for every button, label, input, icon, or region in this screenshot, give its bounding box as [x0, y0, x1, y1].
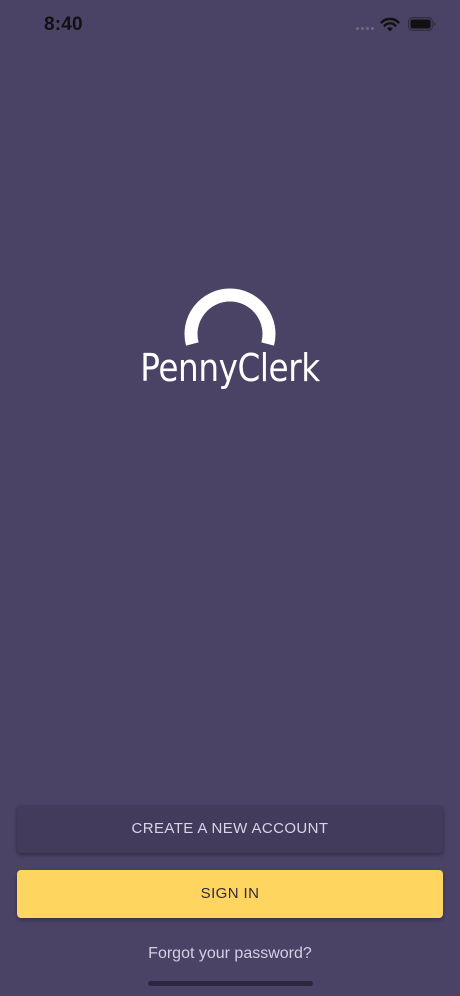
status-time: 8:40 — [44, 14, 83, 35]
wifi-icon — [380, 17, 400, 32]
pennyclerk-arc-logo-icon — [184, 288, 276, 346]
app-logo: PennyClerk — [0, 276, 460, 396]
forgot-password-link[interactable]: Forgot your password? — [0, 945, 460, 963]
signal-dots-icon — [356, 27, 376, 31]
battery-icon — [408, 17, 436, 31]
create-account-button[interactable]: CREATE A NEW ACCOUNT — [17, 805, 443, 853]
welcome-screen: 8:40 PennyClerk CREATE A NEW ACCOUNT SIG… — [0, 0, 460, 996]
home-indicator[interactable] — [148, 981, 313, 986]
logo-wordmark: PennyClerk — [140, 346, 320, 390]
sign-in-button[interactable]: SIGN IN — [17, 870, 443, 918]
status-bar: 8:40 — [0, 0, 460, 50]
